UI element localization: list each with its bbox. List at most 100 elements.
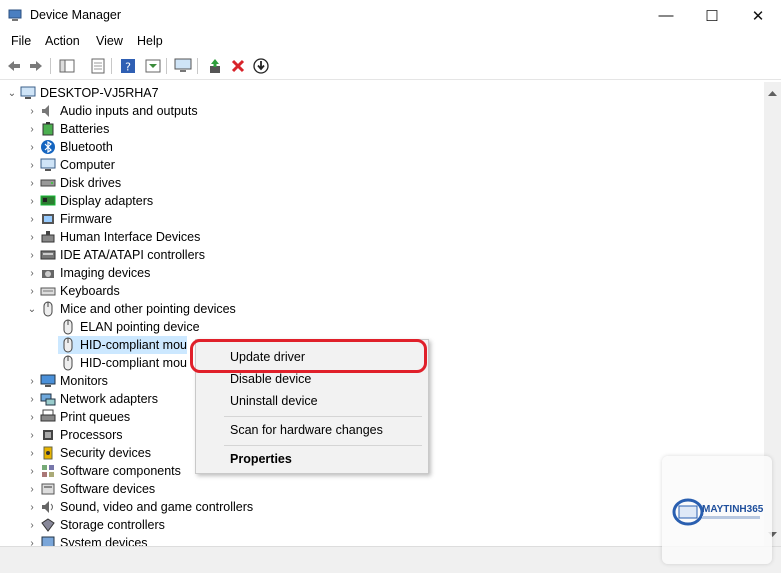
tree-category[interactable]: › Computer	[26, 156, 115, 174]
action-view-icon[interactable]	[143, 56, 163, 76]
battery-icon	[40, 121, 56, 137]
tree-category-label: Firmware	[60, 212, 113, 226]
menu-action[interactable]: Action	[45, 34, 80, 48]
tree-category-label: Processors	[60, 428, 123, 442]
chevron-right-icon[interactable]: ›	[26, 102, 38, 120]
chevron-right-icon[interactable]: ›	[26, 444, 38, 462]
tree-category[interactable]: › Network adapters	[26, 390, 158, 408]
mouse-icon	[60, 319, 76, 335]
device-tree[interactable]: ⌄ DESKTOP-VJ5RHA7 › Audio inputs and outp…	[0, 82, 764, 546]
chevron-right-icon[interactable]: ›	[26, 192, 38, 210]
tree-category[interactable]: › Processors	[26, 426, 123, 444]
chevron-right-icon[interactable]: ›	[26, 480, 38, 498]
chevron-right-icon[interactable]: ›	[26, 534, 38, 547]
tree-category[interactable]: › Display adapters	[26, 192, 153, 210]
toolbar-separator	[166, 58, 167, 74]
mouse-icon	[60, 355, 76, 371]
tree-category[interactable]: › Imaging devices	[26, 264, 150, 282]
chevron-right-icon[interactable]: ›	[26, 426, 38, 444]
chevron-right-icon[interactable]: ›	[26, 228, 38, 246]
tree-category[interactable]: › Print queues	[26, 408, 130, 426]
tree-category-label: Software devices	[60, 482, 156, 496]
chevron-right-icon[interactable]: ›	[26, 372, 38, 390]
tree-category-label: Computer	[60, 158, 115, 172]
maximize-button[interactable]: ☐	[689, 0, 735, 31]
show-hide-tree-icon[interactable]	[57, 56, 77, 76]
chevron-right-icon[interactable]: ›	[26, 210, 38, 228]
ide-controller-icon	[40, 247, 56, 263]
menu-view[interactable]: View	[96, 34, 123, 48]
menu-separator	[224, 416, 422, 417]
tree-category-label: Storage controllers	[60, 518, 165, 532]
tree-category[interactable]: › Software devices	[26, 480, 155, 498]
chevron-right-icon[interactable]: ›	[26, 282, 38, 300]
toolbar-separator	[50, 58, 51, 74]
tree-device[interactable]: HID-compliant mou	[58, 336, 187, 354]
tree-category-label: Mice and other pointing devices	[60, 302, 236, 316]
chevron-right-icon[interactable]: ›	[26, 408, 38, 426]
menu-help[interactable]: Help	[137, 34, 163, 48]
tree-category[interactable]: › Storage controllers	[26, 516, 165, 534]
watermark-logo: MAYTINH365	[662, 456, 772, 564]
tree-category[interactable]: › Sound, video and game controllers	[26, 498, 253, 516]
scan-hardware-menu-item[interactable]: Scan for hardware changes	[230, 423, 383, 437]
tree-category-label: Disk drives	[60, 176, 122, 190]
tree-category[interactable]: › Disk drives	[26, 174, 121, 192]
tree-category-label: Human Interface Devices	[60, 230, 201, 244]
properties-sheet-icon[interactable]	[88, 56, 108, 76]
forward-icon[interactable]	[26, 56, 46, 76]
tree-category[interactable]: › Security devices	[26, 444, 151, 462]
security-icon	[40, 445, 56, 461]
scroll-up-icon[interactable]	[764, 86, 781, 100]
chevron-right-icon[interactable]: ›	[26, 390, 38, 408]
computer-icon	[20, 85, 36, 101]
menu-bar: File Action View Help	[0, 31, 781, 52]
tree-category[interactable]: › Batteries	[26, 120, 109, 138]
tree-device[interactable]: HID-compliant mou	[58, 354, 187, 372]
tree-category-label: Imaging devices	[60, 266, 151, 280]
tree-category-label: IDE ATA/ATAPI controllers	[60, 248, 205, 262]
tree-category[interactable]: › Bluetooth	[26, 138, 113, 156]
chevron-right-icon[interactable]: ›	[26, 462, 38, 480]
tree-category[interactable]: › IDE ATA/ATAPI controllers	[26, 246, 205, 264]
close-button[interactable]: ✕	[735, 0, 781, 31]
chevron-right-icon[interactable]: ›	[26, 174, 38, 192]
chevron-right-icon[interactable]: ›	[26, 156, 38, 174]
minimize-button[interactable]: —	[643, 0, 689, 31]
chevron-right-icon[interactable]: ›	[26, 516, 38, 534]
tree-category[interactable]: › Human Interface Devices	[26, 228, 200, 246]
window-title: Device Manager	[30, 8, 122, 22]
uninstall-device-menu-item[interactable]: Uninstall device	[230, 394, 318, 408]
chevron-right-icon[interactable]: ›	[26, 246, 38, 264]
tree-root[interactable]: ⌄ DESKTOP-VJ5RHA7	[6, 84, 159, 102]
tree-category[interactable]: › Audio inputs and outputs	[26, 102, 197, 120]
tree-device[interactable]: ELAN pointing device	[58, 318, 200, 336]
tree-category[interactable]: › Keyboards	[26, 282, 119, 300]
menu-file[interactable]: File	[11, 34, 31, 48]
tree-category[interactable]: › System devices	[26, 534, 148, 546]
tree-category-label: Bluetooth	[60, 140, 113, 154]
help-icon[interactable]: ?	[118, 56, 138, 76]
chevron-right-icon[interactable]: ›	[26, 120, 38, 138]
tree-category[interactable]: › Software components	[26, 462, 181, 480]
chevron-down-icon[interactable]: ⌄	[6, 84, 18, 102]
chevron-down-icon[interactable]: ⌄	[26, 300, 38, 318]
tree-category[interactable]: › Firmware	[26, 210, 112, 228]
mouse-icon	[40, 301, 56, 317]
back-icon[interactable]	[4, 56, 24, 76]
properties-menu-item[interactable]: Properties	[230, 452, 292, 466]
monitor-scan-icon[interactable]	[173, 56, 193, 76]
chevron-right-icon[interactable]: ›	[26, 138, 38, 156]
chevron-right-icon[interactable]: ›	[26, 264, 38, 282]
tree-category[interactable]: › Monitors	[26, 372, 108, 390]
update-driver-icon[interactable]	[205, 56, 225, 76]
menu-separator	[224, 445, 422, 446]
uninstall-icon[interactable]	[228, 56, 248, 76]
update-driver-highlight	[190, 339, 427, 373]
tree-category[interactable]: ⌄ Mice and other pointing devices	[26, 300, 236, 318]
download-icon[interactable]	[251, 56, 271, 76]
disable-device-menu-item[interactable]: Disable device	[230, 372, 311, 386]
chevron-right-icon[interactable]: ›	[26, 498, 38, 516]
tree-category-label: Sound, video and game controllers	[60, 500, 254, 514]
printer-icon	[40, 409, 56, 425]
